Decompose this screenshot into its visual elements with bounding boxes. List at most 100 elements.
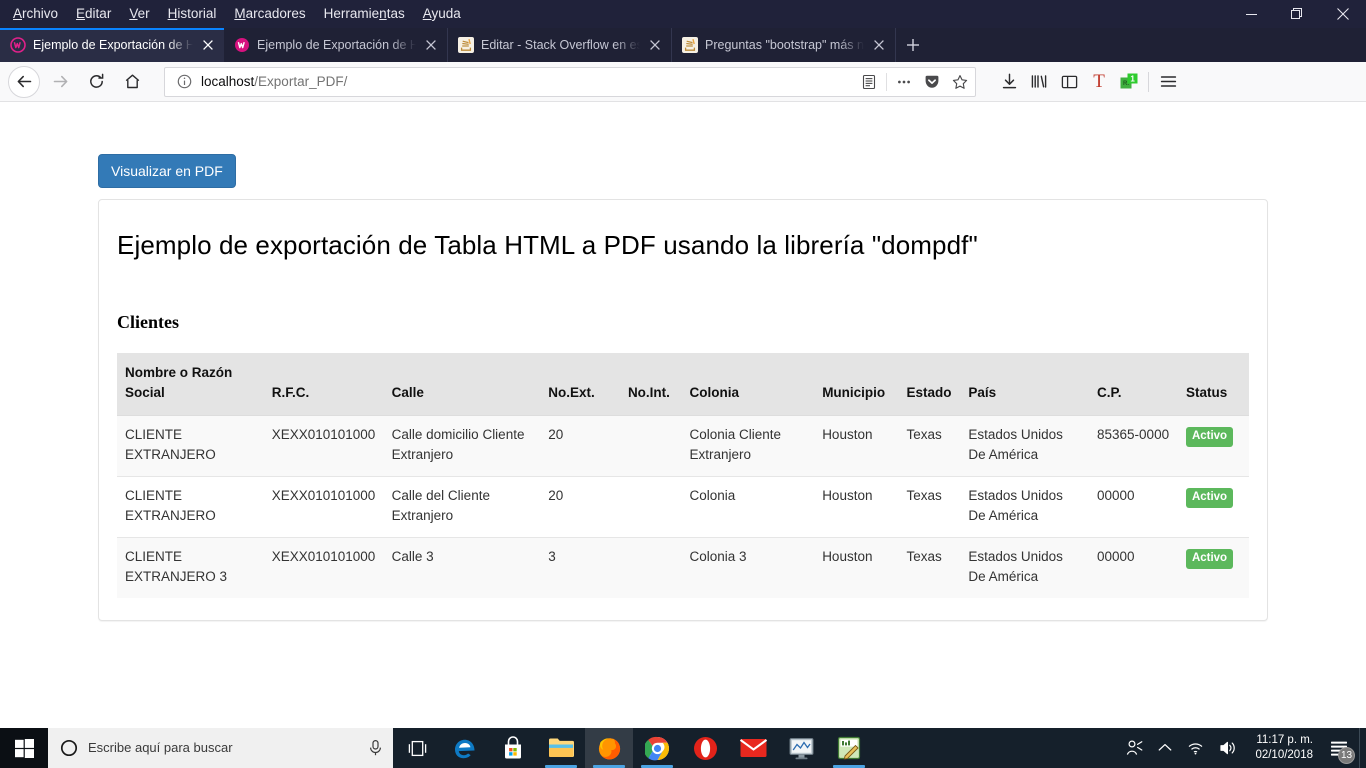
restore-icon[interactable]	[1274, 0, 1320, 28]
cell-estado: Texas	[898, 476, 961, 538]
editor-app-icon[interactable]	[825, 728, 873, 768]
cell-calle: Calle domicilio Cliente Extranjero	[391, 427, 525, 462]
table-body: CLIENTE EXTRANJERO XEXX010101000 Calle d…	[117, 415, 1249, 598]
chrome-icon[interactable]	[633, 728, 681, 768]
opera-icon[interactable]	[681, 728, 729, 768]
tab-close-icon[interactable]	[200, 37, 216, 53]
navigation-toolbar: localhost/Exportar_PDF/ T R. 1	[0, 62, 1366, 102]
sidebar-icon[interactable]	[1054, 67, 1084, 97]
reload-icon[interactable]	[80, 66, 112, 98]
firefox-icon[interactable]	[585, 728, 633, 768]
th-estado: Estado	[898, 353, 961, 416]
extension-icon[interactable]: R. 1	[1114, 67, 1144, 97]
visualizar-pdf-button[interactable]: Visualizar en PDF	[98, 154, 236, 188]
search-input[interactable]: Escribe aquí para buscar	[48, 728, 393, 768]
cell-no-int	[620, 416, 682, 477]
cell-municipio: Houston	[814, 476, 899, 538]
tab-close-icon[interactable]	[647, 37, 663, 53]
clock-time: 11:17 p. m.	[1256, 734, 1313, 746]
menu-archivo[interactable]: Archivo	[4, 3, 67, 25]
microphone-icon[interactable]	[368, 739, 383, 757]
tab-title: Editar - Stack Overflow en español	[481, 38, 640, 52]
browser-chrome: Archivo Editar Ver Historial Marcadores …	[0, 0, 1366, 102]
browser-tab-3[interactable]: Editar - Stack Overflow en español	[448, 28, 672, 62]
cell-pais: Estados Unidos De América	[960, 476, 1090, 538]
home-icon[interactable]	[116, 66, 148, 98]
menu-ver[interactable]: Ver	[120, 3, 158, 25]
system-tray: 11:17 p. m. 02/10/2018 13	[1118, 728, 1366, 768]
stackoverflow-icon	[458, 37, 474, 53]
browser-tab-4[interactable]: Preguntas "bootstrap" más nuevas	[672, 28, 896, 62]
back-arrow-icon[interactable]	[8, 65, 40, 98]
menu-hamburger-icon[interactable]	[1153, 67, 1183, 97]
page-info-icon[interactable]	[173, 71, 195, 93]
menu-marcadores[interactable]: Marcadores	[225, 3, 314, 25]
wamp-icon	[235, 38, 249, 52]
monitor-app-icon[interactable]	[777, 728, 825, 768]
menu-herramientas[interactable]: Herramientas	[315, 3, 414, 25]
stackoverflow-icon	[682, 37, 698, 53]
section-title-clientes: Clientes	[117, 312, 179, 332]
table-row: CLIENTE EXTRANJERO XEXX010101000 Calle d…	[117, 415, 1249, 477]
task-view-icon[interactable]	[393, 728, 441, 768]
cell-no-ext: 3	[540, 537, 620, 598]
ellipsis-icon[interactable]	[893, 71, 915, 93]
menu-editar[interactable]: Editar	[67, 3, 120, 25]
wifi-icon[interactable]	[1179, 728, 1212, 768]
cell-municipio: Houston	[814, 537, 899, 598]
browser-tab-1[interactable]: Ejemplo de Exportación de HTML a PDF	[0, 28, 224, 62]
downloads-icon[interactable]	[994, 67, 1024, 97]
cell-cp: 85365-0000	[1097, 427, 1170, 442]
show-hidden-icons-icon[interactable]	[1151, 728, 1179, 768]
people-icon[interactable]	[1118, 728, 1151, 768]
microsoft-store-icon[interactable]	[489, 728, 537, 768]
cell-rfc: XEXX010101000	[271, 427, 376, 442]
pocket-icon[interactable]	[921, 71, 943, 93]
cell-no-int	[619, 476, 682, 538]
notification-count-badge: 13	[1338, 747, 1355, 764]
table-header-row: Nombre o Razón Social R.F.C. Calle No.Ex…	[117, 353, 1249, 416]
windows-taskbar: Escribe aquí para buscar 11:17 p. m. 02/…	[0, 728, 1366, 768]
edge-icon[interactable]	[441, 728, 489, 768]
window-controls	[1228, 0, 1366, 28]
new-tab-button[interactable]	[896, 28, 930, 62]
cell-no-int	[619, 537, 682, 598]
clientes-table: Nombre o Razón Social R.F.C. Calle No.Ex…	[117, 353, 1249, 598]
cell-rfc: XEXX010101000	[263, 537, 384, 598]
action-center-icon[interactable]: 13	[1323, 728, 1359, 768]
content-panel: Ejemplo de exportación de Tabla HTML a P…	[98, 199, 1268, 621]
cell-calle: Calle del Cliente Extranjero	[383, 476, 541, 538]
th-status: Status	[1177, 353, 1249, 416]
tab-close-icon[interactable]	[871, 37, 887, 53]
cell-cp: 00000	[1089, 476, 1178, 538]
tampermonkey-icon[interactable]: T	[1084, 67, 1114, 97]
show-desktop-button[interactable]	[1359, 728, 1366, 768]
cell-estado: Texas	[898, 537, 961, 598]
mail-icon[interactable]	[729, 728, 777, 768]
menu-historial[interactable]: Historial	[159, 3, 226, 25]
menu-ayuda[interactable]: Ayuda	[414, 3, 470, 25]
forward-arrow-icon[interactable]	[44, 66, 76, 98]
cortana-circle-icon	[60, 739, 78, 757]
star-icon[interactable]	[949, 71, 971, 93]
tab-close-icon[interactable]	[423, 37, 439, 53]
th-rfc: R.F.C.	[263, 353, 384, 416]
url-host: localhost	[201, 73, 255, 89]
file-explorer-icon[interactable]	[537, 728, 585, 768]
close-icon[interactable]	[1320, 0, 1366, 28]
reader-view-icon[interactable]	[858, 71, 880, 93]
library-icon[interactable]	[1024, 67, 1054, 97]
cell-estado: Texas	[906, 427, 942, 442]
cell-no-ext: 20	[548, 427, 564, 442]
browser-tab-2[interactable]: Ejemplo de Exportación de HTML a PDF	[224, 28, 448, 62]
volume-icon[interactable]	[1212, 728, 1245, 768]
cell-status: Activo	[1178, 416, 1249, 477]
th-pais: País	[960, 353, 1090, 416]
th-no-ext: No.Ext.	[540, 353, 620, 416]
url-bar[interactable]: localhost/Exportar_PDF/	[164, 66, 976, 97]
taskbar-clock[interactable]: 11:17 p. m. 02/10/2018	[1245, 728, 1323, 768]
url-text[interactable]: localhost/Exportar_PDF/	[201, 73, 852, 91]
cell-municipio: Houston	[822, 427, 873, 442]
minimize-icon[interactable]	[1228, 0, 1274, 28]
windows-start-icon[interactable]	[0, 728, 48, 768]
